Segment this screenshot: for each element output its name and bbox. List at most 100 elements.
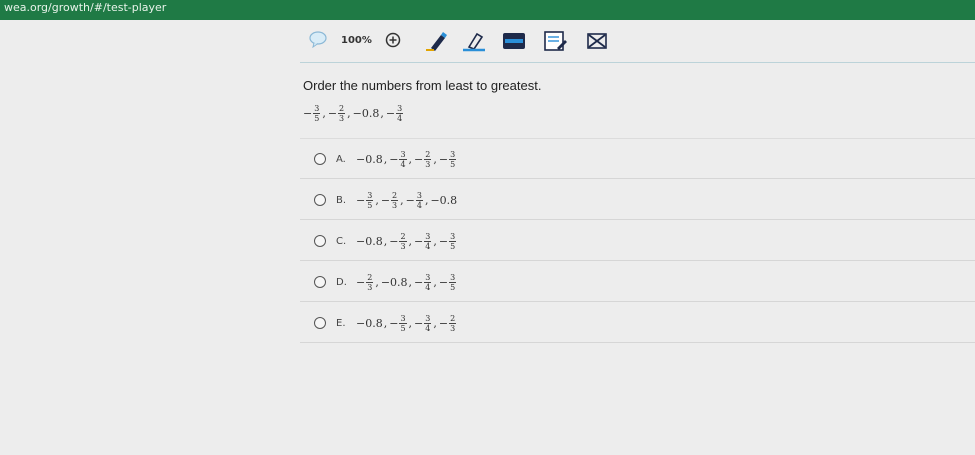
- question-expression: −3 5, −2 3, −0.8, −3 4: [303, 104, 404, 123]
- radio-button[interactable]: [314, 194, 326, 206]
- comma-separator: ,: [433, 275, 437, 289]
- comma-separator: ,: [375, 275, 379, 289]
- fraction: 35: [449, 272, 457, 292]
- minus-sign: −: [438, 316, 449, 330]
- minus-sign: −: [385, 107, 396, 120]
- answer-choice-b[interactable]: B. −3 5, −2 3, −3 4, −0.8: [314, 189, 457, 211]
- comma-separator: ,: [347, 107, 351, 120]
- fraction-numerator: 3: [366, 190, 374, 201]
- answer-choice-a[interactable]: A. −0.8, −3 4, −2 3, −3 5: [314, 148, 457, 170]
- fraction: 35: [313, 104, 321, 123]
- fraction: 34: [415, 191, 423, 210]
- fraction-denominator: 3: [392, 200, 398, 210]
- minus-sign: −: [414, 275, 424, 289]
- notepad-icon[interactable]: [543, 30, 569, 52]
- minus-sign: −: [389, 152, 399, 166]
- fraction-denominator: 3: [367, 282, 373, 292]
- fraction-numerator: 2: [424, 149, 432, 160]
- answer-choice-d[interactable]: D. −2 3, −0.8, −3 4, −3 5: [314, 271, 457, 293]
- choice-letter: B.: [336, 194, 347, 206]
- minus-sign: −: [414, 152, 424, 166]
- comma-separator: ,: [433, 234, 437, 248]
- decimal-value: −0.8: [356, 152, 383, 166]
- line-reader-icon[interactable]: [502, 32, 526, 50]
- fraction-denominator: 5: [314, 114, 320, 123]
- fraction: 23: [391, 190, 399, 210]
- decimal-value: −0.8: [356, 316, 383, 330]
- fraction: 23: [424, 149, 432, 169]
- fraction-numerator: 3: [313, 104, 321, 114]
- fraction-numerator: 3: [424, 272, 432, 283]
- comma-separator: ,: [380, 107, 384, 120]
- fraction-numerator: 3: [399, 149, 407, 160]
- prompt-divider: [300, 138, 975, 139]
- comma-separator: ,: [408, 316, 413, 330]
- comma-separator: ,: [424, 193, 429, 207]
- browser-address-bar[interactable]: wea.org/growth/#/test-player: [0, 0, 975, 20]
- zoom-level: 100%: [341, 35, 372, 46]
- test-toolbar: [0, 20, 975, 62]
- fraction-denominator: 4: [416, 200, 422, 210]
- comma-separator: ,: [433, 152, 437, 166]
- minus-sign: −: [389, 316, 399, 330]
- fraction-denominator: 5: [450, 159, 456, 169]
- choice-letter: D.: [336, 276, 347, 288]
- highlighter-icon[interactable]: [461, 30, 487, 52]
- choice-letter: C.: [336, 235, 347, 247]
- fraction-denominator: 5: [450, 282, 456, 292]
- minus-sign: −: [438, 275, 449, 289]
- fraction-denominator: 4: [400, 159, 406, 169]
- question-prompt: Order the numbers from least to greatest…: [303, 78, 542, 93]
- radio-button[interactable]: [314, 276, 326, 288]
- fraction-denominator: 3: [400, 241, 406, 251]
- radio-button[interactable]: [314, 317, 326, 329]
- fraction: 34: [424, 232, 432, 251]
- fraction-denominator: 4: [425, 282, 431, 292]
- fraction: 23: [399, 231, 407, 251]
- zoom-in-icon[interactable]: [385, 32, 401, 48]
- choice-divider: [300, 219, 975, 220]
- choice-expression: −3 5, −2 3, −3 4, −0.8: [356, 191, 457, 210]
- answer-choice-c[interactable]: C. −0.8, −2 3, −3 4, −3 5: [314, 230, 457, 252]
- answer-choice-e[interactable]: E. −0.8, −3 5, −3 4, −2 3: [314, 312, 457, 334]
- comma-separator: ,: [433, 316, 437, 330]
- comma-separator: ,: [400, 193, 404, 207]
- fraction: 35: [366, 190, 374, 210]
- minus-sign: −: [438, 152, 449, 166]
- fraction-numerator: 2: [338, 104, 346, 114]
- fraction-denominator: 5: [400, 323, 406, 333]
- radio-button[interactable]: [314, 153, 326, 165]
- fraction: 34: [396, 104, 404, 123]
- choice-divider: [300, 301, 975, 302]
- minus-sign: −: [327, 107, 338, 120]
- comma-separator: ,: [408, 275, 413, 289]
- comma-separator: ,: [375, 193, 379, 207]
- minus-sign: −: [405, 193, 415, 207]
- fraction-numerator: 3: [449, 272, 457, 283]
- comma-separator: ,: [383, 234, 388, 248]
- fraction-numerator: 2: [391, 190, 399, 201]
- pencil-icon[interactable]: [424, 30, 450, 52]
- comma-separator: ,: [383, 152, 388, 166]
- choice-letter: E.: [336, 317, 346, 329]
- minus-sign: −: [414, 234, 424, 248]
- choice-expression: −0.8, −3 5, −3 4, −2 3: [356, 314, 457, 333]
- comma-separator: ,: [383, 316, 388, 330]
- fraction-denominator: 4: [425, 323, 431, 333]
- fraction-numerator: 2: [399, 231, 407, 242]
- fraction: 35: [449, 231, 457, 251]
- fraction-numerator: 2: [449, 313, 457, 324]
- minus-sign: −: [380, 193, 391, 207]
- decimal-value: −0.8: [380, 275, 408, 289]
- fraction: 23: [449, 313, 457, 333]
- radio-button[interactable]: [314, 235, 326, 247]
- minus-sign: −: [389, 234, 399, 248]
- choice-expression: −0.8, −2 3, −3 4, −3 5: [356, 232, 457, 251]
- toolbar-divider: [300, 62, 975, 63]
- fraction: 34: [399, 149, 407, 169]
- answer-eliminator-icon[interactable]: [586, 32, 608, 50]
- fraction-numerator: 3: [449, 231, 457, 242]
- fraction-denominator: 3: [339, 114, 345, 123]
- speech-bubble-icon[interactable]: [308, 30, 328, 48]
- minus-sign: −: [414, 316, 424, 330]
